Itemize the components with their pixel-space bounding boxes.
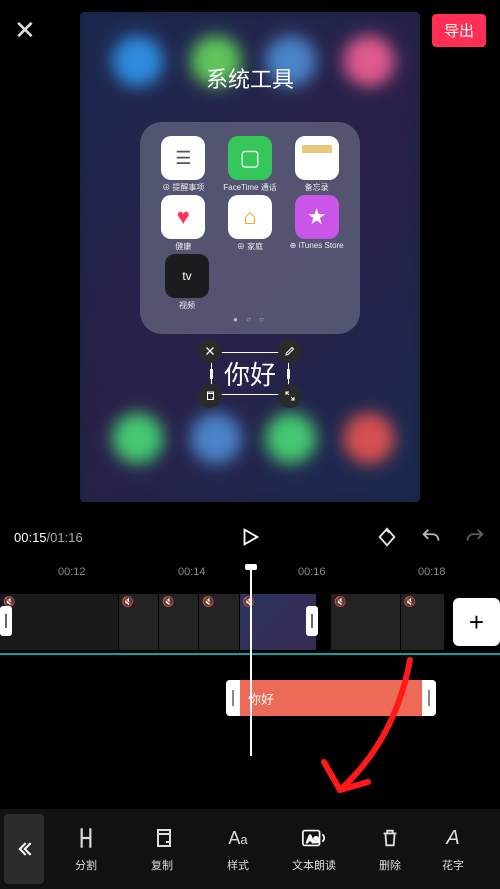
text-overlay[interactable]: 你好 (211, 352, 289, 395)
playback-controls: 00:15/01:16 (0, 515, 500, 559)
tool-label: 花字 (442, 857, 464, 873)
folder-page-dots: ● ○ ○ (150, 315, 350, 324)
overlay-edit-handle[interactable] (278, 339, 302, 363)
tool-label: 删除 (379, 857, 401, 873)
overlay-text: 你好 (224, 360, 276, 390)
timeline-clip[interactable]: 🔇 (0, 594, 119, 650)
mute-icon: 🔇 (404, 597, 416, 608)
play-button[interactable] (239, 526, 261, 548)
split-icon (73, 825, 99, 851)
undo-icon[interactable] (420, 526, 442, 548)
mute-icon: 🔇 (243, 597, 255, 608)
redo-icon[interactable] (464, 526, 486, 548)
tool-label: 分割 (75, 857, 97, 873)
style-icon: Aa (225, 825, 251, 851)
mute-icon: 🔇 (334, 597, 346, 608)
close-button[interactable]: ✕ (14, 15, 36, 46)
ruler-tick: 00:14 (178, 566, 206, 578)
text-clip[interactable]: 你好 (226, 680, 436, 716)
clip-handle-left[interactable] (0, 606, 12, 636)
tool-split[interactable]: 分割 (48, 825, 124, 873)
copy-icon (149, 825, 175, 851)
ruler-tick: 00:16 (298, 566, 326, 578)
folder-title: 系统工具 (80, 62, 420, 94)
tool-fancy-text[interactable]: A 花字 (428, 825, 478, 873)
ruler-tick: 00:12 (58, 566, 86, 578)
keyframe-icon[interactable] (376, 526, 398, 548)
app-tv: tv视频 (156, 254, 218, 311)
tts-icon: Aa (301, 825, 327, 851)
text-clip-handle-left[interactable] (226, 680, 240, 716)
timeline-clip[interactable]: 🔇 (159, 594, 199, 650)
tool-style[interactable]: Aa 样式 (200, 825, 276, 873)
delete-icon (377, 825, 403, 851)
mute-icon: 🔇 (202, 597, 214, 608)
tool-label: 复制 (151, 857, 173, 873)
overlay-copy-handle[interactable] (198, 384, 222, 408)
app-reminders: ☰⊕ 提醒事项 (152, 136, 214, 193)
timeline-clip[interactable]: 🔇 (401, 594, 445, 650)
overlay-scale-handle[interactable] (278, 384, 302, 408)
timeline-clip[interactable]: 🔇 (199, 594, 239, 650)
video-preview[interactable]: 系统工具 ☰⊕ 提醒事项 ▢FaceTime 通话 备忘录 ♥健康 ⌂⊕ 家庭 … (80, 12, 420, 502)
toolbar-back-button[interactable] (4, 814, 44, 884)
overlay-delete-handle[interactable] (198, 339, 222, 363)
bottom-toolbar: 分割 复制 Aa 样式 Aa 文本朗读 删除 A 花字 (0, 809, 500, 889)
annotation-arrow (300, 650, 450, 820)
timecode: 00:15/01:16 (14, 530, 83, 545)
tool-copy[interactable]: 复制 (124, 825, 200, 873)
app-home: ⌂⊕ 家庭 (219, 195, 281, 252)
ruler-tick: 00:18 (418, 566, 446, 578)
app-itunes: ★⊕ iTunes Store (286, 195, 348, 252)
timeline-clip[interactable]: 🔇 (119, 594, 159, 650)
app-folder: ☰⊕ 提醒事项 ▢FaceTime 通话 备忘录 ♥健康 ⌂⊕ 家庭 ★⊕ iT… (140, 122, 360, 334)
add-clip-button[interactable]: + (453, 598, 500, 646)
clip-handle-right[interactable] (306, 606, 318, 636)
tool-label: 样式 (227, 857, 249, 873)
tool-text-to-speech[interactable]: Aa 文本朗读 (276, 825, 352, 873)
app-facetime: ▢FaceTime 通话 (219, 136, 281, 193)
app-health: ♥健康 (152, 195, 214, 252)
svg-text:Aa: Aa (307, 835, 320, 846)
mute-icon: 🔇 (162, 597, 174, 608)
fancy-text-icon: A (440, 825, 466, 851)
mute-icon: 🔇 (122, 597, 134, 608)
tool-label: 文本朗读 (292, 857, 336, 873)
app-notes: 备忘录 (286, 136, 348, 193)
text-clip-handle-right[interactable] (422, 680, 436, 716)
playhead[interactable] (250, 566, 252, 756)
export-button[interactable]: 导出 (432, 14, 486, 47)
timeline-clip[interactable]: 🔇 (331, 594, 401, 650)
tool-delete[interactable]: 删除 (352, 825, 428, 873)
